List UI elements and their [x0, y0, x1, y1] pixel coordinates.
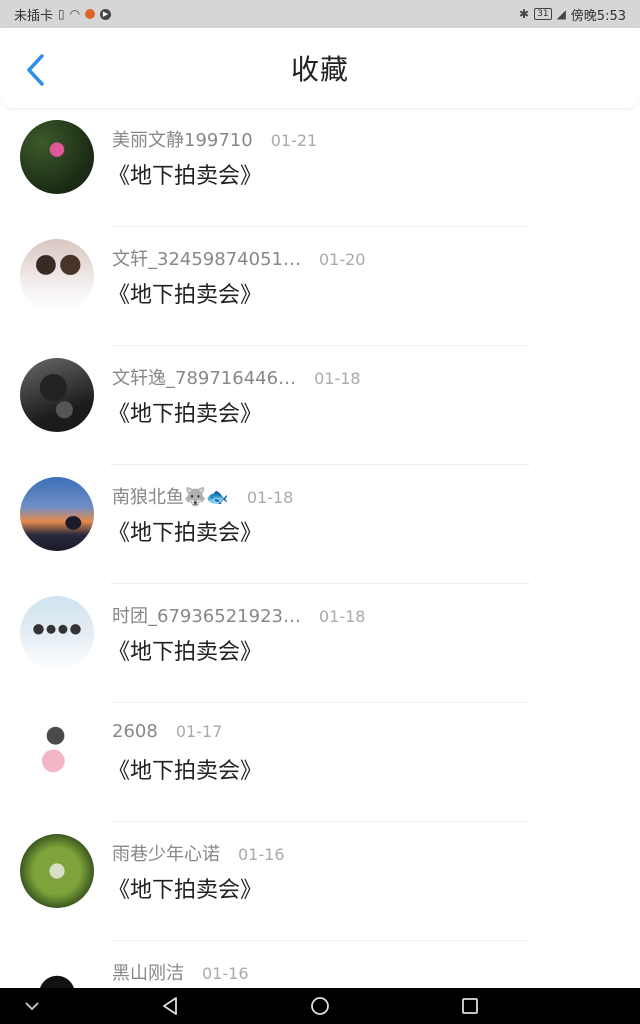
header: 收藏 — [0, 28, 640, 108]
post-title[interactable]: 《地下拍卖会》 — [108, 634, 262, 666]
nav-recents-button[interactable] — [458, 994, 482, 1018]
app-notification-icon — [85, 9, 96, 19]
circle-home-icon — [311, 997, 329, 1015]
item-meta: 文轩逸_789716446… 01-18 — [112, 364, 361, 390]
item-meta: 南狼北鱼🐺🐟 01-18 — [112, 483, 293, 509]
nav-home-button[interactable] — [308, 994, 332, 1018]
post-title[interactable]: 《地下拍卖会》 — [108, 872, 262, 904]
list-item[interactable]: 文轩逸_789716446… 01-18 《地下拍卖会》 — [0, 346, 640, 465]
avatar[interactable] — [20, 715, 94, 789]
battery-icon: 31 — [534, 8, 552, 20]
list-item[interactable]: 黑山刚洁 01-16 — [0, 941, 640, 988]
status-bar: 未插卡 ▯ ◠ ▶ ✱ 31 ◢ 傍晚5:53 — [0, 0, 640, 28]
list-item[interactable]: 文轩_32459874051… 01-20 《地下拍卖会》 — [0, 227, 640, 346]
post-date: 01-21 — [270, 131, 318, 150]
post-date: 01-18 — [318, 607, 366, 626]
favorites-list: 美丽文静199710 01-21 《地下拍卖会》 文轩_32459874051…… — [0, 108, 640, 988]
avatar[interactable] — [20, 596, 94, 670]
nav-back-button[interactable] — [158, 994, 182, 1018]
chevron-left-icon — [27, 54, 44, 86]
author-name[interactable]: 文轩_32459874051… — [112, 245, 301, 271]
status-left: 未插卡 ▯ ◠ ▶ — [14, 5, 112, 24]
item-meta: 文轩_32459874051… 01-20 — [112, 245, 365, 271]
hide-keyboard-button[interactable] — [20, 994, 44, 1018]
avatar[interactable] — [20, 834, 94, 908]
list-item[interactable]: 雨巷少年心诺 01-16 《地下拍卖会》 — [0, 822, 640, 941]
post-date: 01-17 — [175, 722, 223, 741]
carrier-label: 未插卡 — [14, 8, 54, 24]
avatar[interactable] — [20, 120, 94, 194]
post-title[interactable]: 《地下拍卖会》 — [108, 515, 262, 547]
avatar[interactable] — [20, 239, 94, 313]
play-icon: ▶ — [100, 8, 112, 20]
avatar[interactable] — [20, 953, 94, 988]
item-meta: 黑山刚洁 01-16 — [112, 959, 249, 985]
list-item[interactable]: 时团_67936521923… 01-18 《地下拍卖会》 — [0, 584, 640, 703]
post-date: 01-20 — [318, 250, 366, 269]
post-date: 01-16 — [202, 964, 249, 983]
item-meta: 雨巷少年心诺 01-16 — [112, 840, 285, 866]
post-title[interactable]: 《地下拍卖会》 — [108, 753, 262, 785]
page-title: 收藏 — [290, 53, 349, 86]
post-title[interactable]: 《地下拍卖会》 — [108, 396, 262, 428]
avatar[interactable] — [20, 358, 94, 432]
post-date: 01-18 — [314, 369, 361, 388]
wifi-icon: ◠ — [69, 7, 81, 21]
post-title[interactable]: 《地下拍卖会》 — [108, 277, 262, 309]
author-name[interactable]: 黑山刚洁 — [112, 959, 184, 985]
author-name[interactable]: 美丽文静199710 — [112, 126, 253, 152]
item-meta: 美丽文静199710 01-21 — [112, 126, 317, 152]
author-name[interactable]: 南狼北鱼🐺🐟 — [112, 483, 229, 509]
author-name[interactable]: 雨巷少年心诺 — [112, 840, 220, 866]
author-name[interactable]: 2608 — [112, 721, 158, 742]
navigation-bar — [0, 988, 640, 1024]
bluetooth-icon: ✱ — [519, 7, 530, 21]
item-meta: 时团_67936521923… 01-18 — [112, 602, 365, 628]
list-item[interactable]: 2608 01-17 《地下拍卖会》 — [0, 703, 640, 822]
list-item[interactable]: 南狼北鱼🐺🐟 01-18 《地下拍卖会》 — [0, 465, 640, 584]
chevron-down-icon — [25, 1002, 39, 1011]
triangle-back-icon — [163, 997, 177, 1015]
author-name[interactable]: 时团_67936521923… — [112, 602, 301, 628]
back-button[interactable] — [16, 50, 56, 90]
status-right: ✱ 31 ◢ 傍晚5:53 — [519, 5, 626, 24]
sim-icon: ▯ — [58, 7, 65, 21]
charging-icon: ◢ — [556, 7, 566, 21]
clock: 傍晚5:53 — [570, 8, 626, 24]
item-meta: 2608 01-17 — [112, 721, 222, 742]
author-name[interactable]: 文轩逸_789716446… — [112, 364, 296, 390]
list-item[interactable]: 美丽文静199710 01-21 《地下拍卖会》 — [0, 108, 640, 227]
post-date: 01-18 — [246, 488, 294, 507]
square-recents-icon — [462, 998, 478, 1014]
avatar[interactable] — [20, 477, 94, 551]
post-date: 01-16 — [238, 845, 285, 864]
post-title[interactable]: 《地下拍卖会》 — [108, 158, 262, 190]
